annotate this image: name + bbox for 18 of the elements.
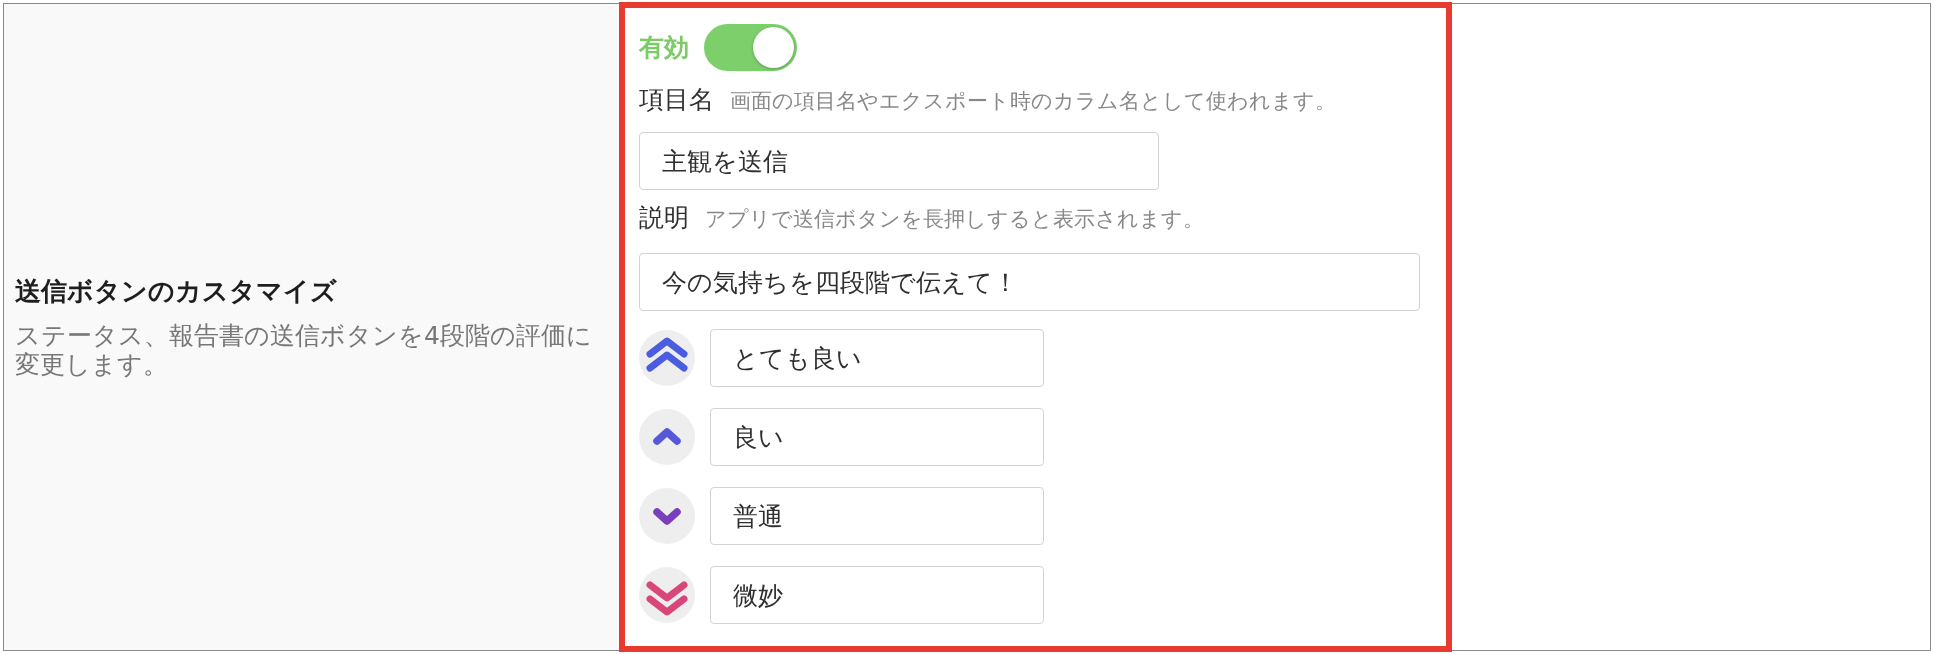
rating-name-field[interactable]: 良い	[710, 408, 1044, 466]
field-hint: アプリで送信ボタンを長押しすると表示されます。	[705, 206, 1204, 233]
rating-name-field[interactable]: 微妙	[710, 566, 1044, 624]
double-chevron-down-icon	[639, 567, 695, 623]
item-name-field[interactable]: 主観を送信	[639, 132, 1159, 190]
field-label: 説明	[639, 202, 689, 234]
toggle-switch[interactable]	[704, 24, 797, 71]
setting-description: ステータス、報告書の送信ボタンを4段階の評価に変更します。	[15, 321, 593, 379]
double-chevron-up-icon	[639, 330, 695, 386]
setting-title: 送信ボタンのカスタマイズ	[15, 275, 338, 307]
field-hint: 画面の項目名やエクスポート時のカラム名として使われます。	[730, 88, 1336, 115]
rating-name-field[interactable]: とても良い	[710, 329, 1044, 387]
enabled-label: 有効	[639, 32, 689, 64]
rating-name-field[interactable]: 普通	[710, 487, 1044, 545]
chevron-down-icon	[639, 488, 695, 544]
description-field[interactable]: 今の気持ちを四段階で伝えて！	[639, 253, 1420, 311]
field-label: 項目名	[639, 84, 714, 116]
chevron-up-icon	[639, 409, 695, 465]
